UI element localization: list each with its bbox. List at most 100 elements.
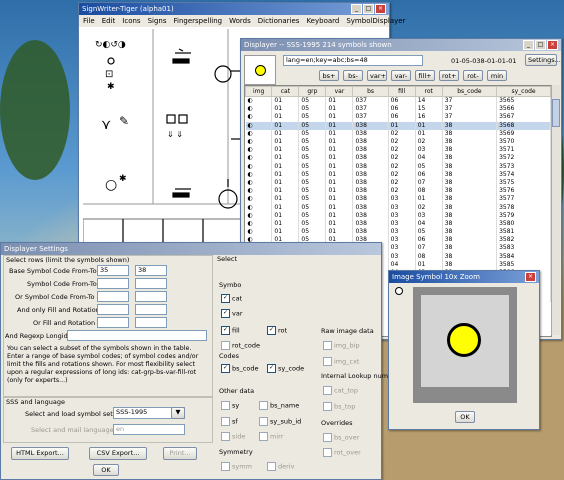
sy-code-checkbox[interactable]: ✓ sy_code	[267, 364, 304, 373]
zoom-titlebar[interactable]: Image Symbol 10x Zoom ×	[389, 271, 539, 283]
csv-export-button[interactable]: CSV Export...	[89, 447, 147, 460]
column-header[interactable]: cat	[271, 86, 300, 97]
symm-checkbox[interactable]: symm	[221, 462, 252, 471]
rotation-input[interactable]	[135, 304, 167, 315]
table-cell: 037	[352, 113, 389, 122]
table-cell: 3565	[496, 96, 551, 106]
regexp-input[interactable]	[67, 330, 207, 341]
column-header[interactable]: sy_code	[496, 86, 551, 97]
table-row[interactable]: ◐ 01 05 01 038 03 04 38 3580	[245, 219, 551, 228]
or-fill-input[interactable]	[97, 317, 129, 328]
column-header[interactable]: fill	[387, 86, 416, 97]
img-bip-checkbox[interactable]: img_bip	[323, 341, 360, 350]
sf-checkbox[interactable]: sf	[221, 417, 238, 426]
maximize-button[interactable]: □	[535, 40, 546, 50]
symbol-code-from-input[interactable]	[97, 278, 129, 289]
cat-checkbox[interactable]: ✓ cat	[221, 294, 242, 303]
column-header[interactable]: var	[325, 86, 354, 97]
table-row[interactable]: ◐ 01 05 01 037 06 14 37 3565	[245, 96, 551, 106]
fill-input[interactable]	[97, 304, 129, 315]
table-row[interactable]: ◐ 01 05 01 038 03 02 38 3578	[245, 203, 551, 212]
sort-bs-asc-button[interactable]: bs+	[319, 70, 339, 81]
column-header[interactable]: bs_code	[441, 86, 498, 97]
table-row[interactable]: ◐ 01 05 01 038 03 01 38 3577	[245, 195, 551, 204]
sort-rot-desc-button[interactable]: rot-	[463, 70, 483, 81]
table-row[interactable]: ◐ 01 05 01 038 02 04 38 3572	[245, 154, 551, 163]
table-row[interactable]: ◐ 01 05 01 038 01 01 38 3568	[245, 121, 551, 130]
menu-keyboard[interactable]: Keyboard	[306, 17, 339, 25]
bs-code-checkbox[interactable]: ✓ bs_code	[221, 364, 258, 373]
menu-fingerspelling[interactable]: Fingerspelling	[173, 17, 222, 25]
minimize-button[interactable]: _	[351, 4, 362, 14]
table-cell: 3576	[496, 187, 551, 196]
table-cell: 01	[325, 105, 354, 114]
img-cxt-checkbox[interactable]: img_cxt	[323, 357, 359, 366]
table-row[interactable]: ◐ 01 05 01 038 02 03 38 3571	[245, 146, 551, 155]
bs-top-checkbox[interactable]: bs_top	[323, 402, 355, 411]
column-header[interactable]: bs	[352, 86, 389, 97]
vertical-scrollbar[interactable]	[551, 85, 560, 335]
sy-checkbox[interactable]: sy	[221, 401, 239, 410]
column-header[interactable]: img	[245, 86, 273, 97]
min-button[interactable]: min	[487, 70, 507, 81]
bs-name-checkbox[interactable]: bs_name	[259, 401, 299, 410]
or-code-from-input[interactable]	[97, 291, 129, 302]
menu-symboldisplayer[interactable]: SymbolDisplayer	[346, 17, 405, 25]
close-button[interactable]: ×	[375, 4, 386, 14]
rot-code-checkbox[interactable]: rot_code	[221, 341, 260, 350]
table-row[interactable]: ◐ 01 05 01 038 03 05 38 3581	[245, 228, 551, 237]
var-checkbox[interactable]: ✓ var	[221, 309, 243, 318]
sort-rot-asc-button[interactable]: rot+	[439, 70, 459, 81]
or-rotation-input[interactable]	[135, 317, 167, 328]
bs-name-label: bs_name	[270, 401, 300, 410]
ok-button[interactable]: OK	[93, 464, 119, 476]
symbol-code-to-input[interactable]	[135, 278, 167, 289]
minimize-button[interactable]: _	[523, 40, 534, 50]
sort-bs-desc-button[interactable]: bs-	[343, 70, 363, 81]
base-code-to-input[interactable]: 38	[135, 265, 167, 276]
menu-words[interactable]: Words	[229, 17, 251, 25]
close-button[interactable]: ×	[525, 272, 536, 282]
signwriter-titlebar[interactable]: SignWriter-Tiger (alpha01) _ □ ×	[79, 3, 389, 15]
menu-file[interactable]: File	[83, 17, 95, 25]
sy-sub-id-checkbox[interactable]: sy_sub_id	[259, 417, 301, 426]
table-row[interactable]: ◐ 01 05 01 038 02 01 38 3569	[245, 129, 551, 138]
table-row[interactable]: ◐ 01 05 01 038 02 05 38 3573	[245, 162, 551, 171]
base-code-from-input[interactable]: 35	[97, 265, 129, 276]
menu-icons[interactable]: Icons	[122, 17, 140, 25]
menu-signs[interactable]: Signs	[148, 17, 167, 25]
sort-fill-asc-button[interactable]: fill+	[415, 70, 435, 81]
query-field[interactable]: lang=en;key=abc;bs=48	[283, 55, 423, 66]
bs-over-checkbox[interactable]: bs_over	[323, 433, 359, 442]
table-row[interactable]: ◐ 01 05 01 037 06 16 37 3567	[245, 113, 551, 122]
zoom-ok-button[interactable]: OK	[455, 411, 475, 423]
mirr-checkbox[interactable]: mirr	[259, 432, 283, 441]
cat-top-checkbox[interactable]: cat_top	[323, 386, 358, 395]
sort-var-asc-button[interactable]: var+	[367, 70, 387, 81]
scrollbar-thumb[interactable]	[552, 99, 560, 127]
table-row[interactable]: ◐ 01 05 01 038 02 02 38 3570	[245, 137, 551, 147]
table-row[interactable]: ◐ 01 05 01 038 03 03 38 3579	[245, 211, 551, 220]
rot-checkbox[interactable]: ✓ rot	[267, 326, 287, 335]
html-export-button[interactable]: HTML Export...	[11, 447, 69, 460]
table-row[interactable]: ◐ 01 05 01 038 02 07 38 3575	[245, 178, 551, 188]
menu-dictionaries[interactable]: Dictionaries	[258, 17, 300, 25]
menu-edit[interactable]: Edit	[102, 17, 116, 25]
settings-titlebar[interactable]: Displayer Settings	[1, 243, 381, 255]
settings-button[interactable]: Settings...	[525, 54, 561, 66]
maximize-button[interactable]: □	[363, 4, 374, 14]
close-button[interactable]: ×	[547, 40, 558, 50]
side-checkbox[interactable]: side	[221, 432, 245, 441]
column-header[interactable]: rot	[414, 86, 443, 97]
table-row[interactable]: ◐ 01 05 01 037 06 15 37 3566	[245, 105, 551, 114]
table-row[interactable]: ◐ 01 05 01 038 02 08 38 3576	[245, 187, 551, 196]
or-code-to-input[interactable]	[135, 291, 167, 302]
chevron-down-icon[interactable]: ▼	[171, 407, 185, 419]
sort-var-desc-button[interactable]: var-	[391, 70, 411, 81]
table-row[interactable]: ◐ 01 05 01 038 02 06 38 3574	[245, 170, 551, 179]
column-header[interactable]: grp	[298, 86, 327, 97]
displayer-titlebar[interactable]: Displayer -- SSS-1995 214 symbols shown …	[241, 39, 561, 51]
fill-checkbox[interactable]: ✓ fill	[221, 326, 240, 335]
deriv-checkbox[interactable]: deriv	[267, 462, 294, 471]
rot-over-checkbox[interactable]: rot_over	[323, 448, 361, 457]
